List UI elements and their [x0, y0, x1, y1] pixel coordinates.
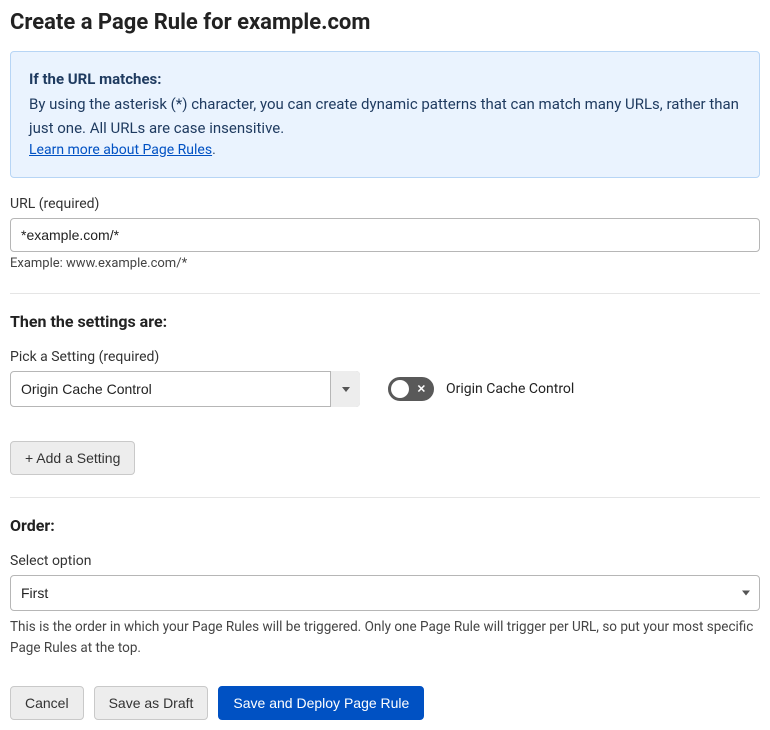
url-label: URL (required): [10, 196, 760, 212]
url-example: Example: www.example.com/*: [10, 256, 760, 271]
url-input[interactable]: [10, 218, 760, 252]
info-title: If the URL matches:: [29, 68, 741, 91]
order-select[interactable]: First: [10, 575, 760, 611]
cancel-button[interactable]: Cancel: [10, 686, 84, 720]
page-title: Create a Page Rule for example.com: [10, 10, 760, 35]
info-body: By using the asterisk (*) character, you…: [29, 93, 741, 140]
origin-cache-control-toggle[interactable]: ✕: [388, 377, 434, 401]
divider: [10, 497, 760, 498]
save-draft-button[interactable]: Save as Draft: [94, 686, 209, 720]
order-select-value: First: [21, 585, 48, 601]
toggle-off-icon: ✕: [417, 384, 426, 395]
divider: [10, 293, 760, 294]
pick-setting-label: Pick a Setting (required): [10, 349, 760, 365]
info-callout: If the URL matches: By using the asteris…: [10, 51, 760, 178]
settings-heading: Then the settings are:: [10, 312, 760, 331]
save-deploy-button[interactable]: Save and Deploy Page Rule: [218, 686, 424, 720]
order-select-label: Select option: [10, 553, 760, 569]
add-setting-button[interactable]: + Add a Setting: [10, 441, 135, 475]
setting-select-value: Origin Cache Control: [21, 381, 152, 397]
order-description: This is the order in which your Page Rul…: [10, 617, 760, 658]
order-heading: Order:: [10, 516, 760, 535]
toggle-label: Origin Cache Control: [446, 381, 574, 397]
learn-more-link[interactable]: Learn more about Page Rules: [29, 142, 212, 158]
setting-select[interactable]: Origin Cache Control: [10, 371, 360, 407]
